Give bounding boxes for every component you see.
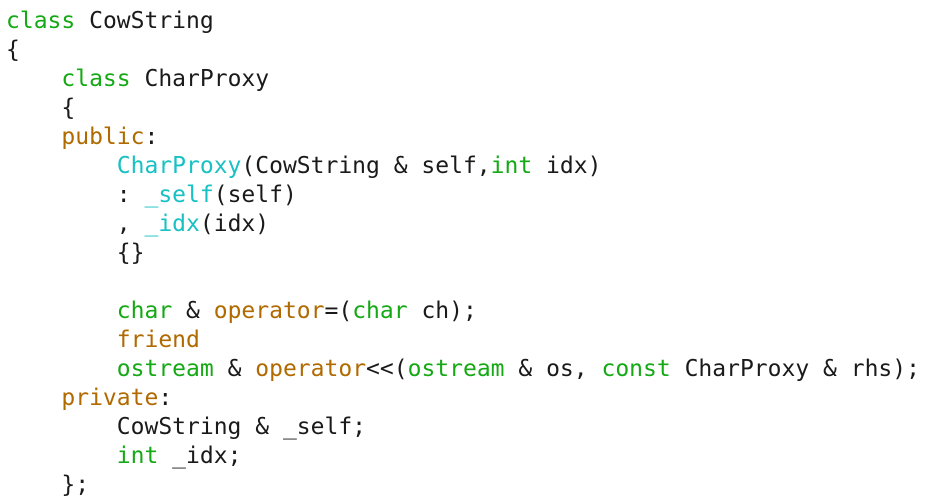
code-token-type: int [490,153,533,179]
code-token-default: & [172,298,214,324]
code-token-default: }; [6,472,90,498]
code-token-access: private [61,385,159,411]
code-token-default: : [158,385,173,411]
code-token-default [6,153,117,179]
code-token-default: , [6,211,145,237]
code-token-default [6,124,61,150]
code-token-default [6,443,117,469]
code-line: int _idx; [6,442,945,471]
code-token-default: & [213,356,256,382]
code-token-type: ostream [116,356,214,382]
code-line: : _self(self) [6,181,945,210]
code-token-default [6,66,61,92]
code-token-default: idx) [532,153,602,179]
code-line: class CharProxy [6,65,945,94]
code-token-default [6,385,61,411]
code-token-default: (idx) [199,211,270,237]
code-token-default: =( [324,298,353,324]
code-token-type: char [116,298,173,324]
code-line: friend [6,326,945,355]
code-token-default: CharProxy [130,66,270,92]
code-token-type: int [116,443,159,469]
code-editor[interactable]: class CowString{ class CharProxy { publi… [6,7,945,499]
code-token-type: ostream [407,356,505,382]
code-token-default: & os, [504,356,602,382]
code-token-keyword: class [6,8,76,34]
code-token-default: : [144,124,159,150]
code-token-default: <<( [366,356,408,382]
code-token-default [6,327,117,353]
code-line: { [6,94,945,123]
code-line: {} [6,239,945,268]
code-line: , _idx(idx) [6,210,945,239]
code-token-default: { [6,95,76,121]
code-token-operator: operator [255,356,367,382]
code-token-default: CowString [75,8,214,34]
code-token-function: _self [144,182,214,208]
code-token-function: _idx [144,211,200,237]
code-line: ostream & operator<<(ostream & os, const… [6,355,945,384]
code-token-default [6,298,117,324]
code-token-default [6,356,117,382]
code-token-default: CharProxy & rhs); [670,356,920,382]
code-line: }; [6,471,945,500]
code-token-default: {} [6,240,145,266]
code-token-function: CharProxy [116,153,242,179]
code-line: CowString & _self; [6,413,945,442]
code-line: CharProxy(CowString & self,int idx) [6,152,945,181]
code-token-type: char [352,298,408,324]
code-token-default: ch); [407,298,477,324]
code-line: public: [6,123,945,152]
code-token-default: : [6,182,145,208]
code-token-default: (self) [213,182,297,208]
code-token-default: (CowString & self, [241,153,491,179]
code-token-default: { [6,37,20,63]
code-token-keyword: class [61,66,131,92]
code-token-default: _idx; [158,443,242,469]
code-token-access: friend [116,327,200,353]
code-line: private: [6,384,945,413]
code-line: char & operator=(char ch); [6,297,945,326]
code-token-access: public [61,124,145,150]
code-token-default: CowString & _self; [6,414,367,440]
code-token-operator: operator [213,298,325,324]
code-line: class CowString [6,7,945,36]
code-token-keyword: const [601,356,671,382]
code-line: { [6,36,945,65]
